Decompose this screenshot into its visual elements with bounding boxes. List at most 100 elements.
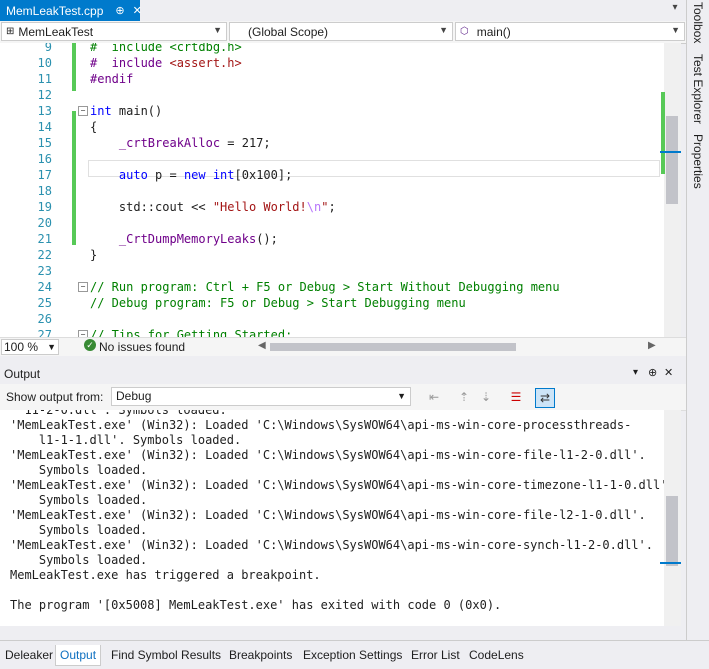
- code-line: 16: [0, 151, 664, 167]
- code-token: #endif: [90, 72, 134, 86]
- code-text: std::cout << "Hello World!\n";: [90, 199, 336, 215]
- code-text: auto p = new int[0x100];: [90, 167, 292, 183]
- code-line: 20: [0, 215, 664, 231]
- code-line: 14 {: [0, 119, 664, 135]
- tab-codelens[interactable]: CodeLens: [469, 645, 524, 665]
- output-line: 'MemLeakTest.exe' (Win32): Loaded 'C:\Wi…: [10, 508, 646, 522]
- collapse-icon[interactable]: −: [78, 282, 88, 292]
- code-token: ();: [256, 232, 278, 246]
- code-token: // Debug program: F5 or Debug > Start De…: [90, 296, 466, 310]
- editor-scroll-thumb[interactable]: [666, 116, 678, 204]
- tab-error-list[interactable]: Error List: [411, 645, 460, 665]
- line-number: 26: [37, 312, 52, 326]
- tab-breakpoints[interactable]: Breakpoints: [229, 645, 292, 665]
- code-token: _crtBreakAlloc: [118, 136, 221, 150]
- line-number: 13: [37, 104, 52, 118]
- next-message-icon[interactable]: ⇣: [477, 388, 495, 406]
- panel-splitter[interactable]: [0, 356, 686, 364]
- document-tab-memleaktest[interactable]: MemLeakTest.cpp ⊕ ✕: [0, 0, 142, 21]
- panel-menu-icon[interactable]: ▾: [633, 367, 638, 378]
- close-icon[interactable]: ✕: [664, 366, 673, 379]
- project-combo[interactable]: ⊞ MemLeakTest ▼: [1, 22, 227, 41]
- rail-tab-properties[interactable]: Properties: [687, 134, 709, 190]
- collapse-icon[interactable]: −: [78, 330, 88, 337]
- code-token: {: [90, 120, 98, 134]
- code-text: _crtBreakAlloc = 217;: [90, 135, 271, 151]
- find-message-icon[interactable]: ⇤: [425, 388, 443, 406]
- project-icon: ⊞: [6, 26, 15, 37]
- code-text: # include <assert.h>: [90, 55, 242, 71]
- line-number: 23: [37, 264, 52, 278]
- horizontal-scroll-thumb[interactable]: [270, 343, 516, 351]
- output-scroll-thumb[interactable]: [666, 496, 678, 566]
- chevron-down-icon: ▼: [671, 25, 680, 35]
- code-line: 25 // Debug program: F5 or Debug > Start …: [0, 295, 664, 311]
- code-token: std::cout <<: [90, 200, 213, 214]
- code-text: _CrtDumpMemoryLeaks();: [90, 231, 278, 247]
- scope-name: (Global Scope): [248, 24, 329, 39]
- output-line: 'MemLeakTest.exe' (Win32): Loaded 'C:\Wi…: [10, 418, 632, 432]
- pin-icon[interactable]: ⊕: [648, 366, 657, 379]
- output-line: 'MemLeakTest.exe' (Win32): Loaded 'C:\Wi…: [10, 448, 646, 462]
- output-source-value: Debug: [116, 389, 152, 403]
- line-number: 24: [37, 280, 52, 294]
- zoom-combo[interactable]: 100 % ▼: [1, 339, 59, 355]
- line-number: 15: [37, 136, 52, 150]
- previous-message-icon[interactable]: ⇡: [455, 388, 473, 406]
- output-source-combo[interactable]: Debug ▼: [111, 387, 411, 406]
- code-line: 12: [0, 87, 664, 103]
- code-line: 22}: [0, 247, 664, 263]
- line-number: 27: [37, 328, 52, 337]
- code-token: # include: [90, 56, 170, 70]
- line-number: 20: [37, 216, 52, 230]
- code-token: new int: [183, 168, 235, 182]
- output-line: Symbols loaded.: [10, 463, 148, 477]
- output-text-area[interactable]: 11-2-0.dll'. Symbols loaded. 'MemLeakTest…: [0, 410, 664, 626]
- toggle-word-wrap-icon[interactable]: ⇄: [535, 388, 555, 408]
- scope-combo[interactable]: (Global Scope) ▼: [229, 22, 453, 41]
- issues-status[interactable]: No issues found: [99, 340, 185, 354]
- code-token: }: [90, 248, 98, 262]
- member-combo[interactable]: ⬡ main() ▼: [455, 22, 685, 41]
- collapse-icon[interactable]: −: [78, 106, 88, 116]
- code-editor[interactable]: 9 # include <crtdbg.h> 10 # include <assert…: [0, 43, 664, 337]
- tab-output[interactable]: Output: [55, 645, 102, 666]
- output-scrollbar-marker: [660, 562, 681, 564]
- zoom-level: 100 %: [4, 340, 39, 354]
- pin-icon[interactable]: ⊕: [115, 4, 124, 17]
- code-token: // Tips for Getting Started:: [90, 328, 293, 337]
- document-tab-title: MemLeakTest.cpp: [6, 3, 104, 18]
- tab-exception-settings[interactable]: Exception Settings: [303, 645, 402, 665]
- code-text: #endif: [90, 71, 133, 87]
- member-name: main(): [476, 24, 511, 39]
- code-token: // Run program: Ctrl + F5 or Debug > Sta…: [90, 280, 560, 294]
- code-line: 13 − int main(): [0, 103, 664, 119]
- scroll-left-icon[interactable]: ◀: [258, 340, 266, 351]
- output-line: l1-1-1.dll'. Symbols loaded.: [10, 433, 242, 447]
- code-line: 9 # include <crtdbg.h>: [0, 43, 664, 55]
- code-token: # include <crtdbg.h>: [90, 43, 242, 54]
- line-number: 12: [37, 88, 52, 102]
- chevron-down-icon: ▼: [213, 25, 222, 35]
- close-icon[interactable]: ✕: [133, 4, 142, 17]
- line-number: 18: [37, 184, 52, 198]
- chevron-down-icon: ▼: [397, 391, 406, 401]
- output-line: 'MemLeakTest.exe' (Win32): Loaded 'C:\Wi…: [10, 538, 653, 552]
- tab-find-symbol-results[interactable]: Find Symbol Results: [111, 645, 221, 665]
- line-number: 16: [37, 152, 52, 166]
- code-text: // Run program: Ctrl + F5 or Debug > Sta…: [90, 279, 560, 295]
- output-line: 'MemLeakTest.exe' (Win32): Loaded 'C:\Wi…: [10, 478, 664, 492]
- line-number: 9: [44, 43, 52, 54]
- scroll-right-icon[interactable]: ▶: [648, 340, 656, 351]
- line-number: 25: [37, 296, 52, 310]
- tab-dropdown-icon[interactable]: ▾: [667, 2, 683, 18]
- code-token: "Hello World!: [212, 200, 307, 214]
- rail-tab-test-explorer[interactable]: Test Explorer: [687, 54, 709, 126]
- line-number: 14: [37, 120, 52, 134]
- tab-deleaker[interactable]: Deleaker: [5, 645, 53, 665]
- code-line: 10 # include <assert.h>: [0, 55, 664, 71]
- clear-all-icon[interactable]: ☰: [507, 388, 525, 406]
- rail-tab-toolbox[interactable]: Toolbox: [687, 2, 709, 46]
- code-token: auto: [118, 168, 148, 182]
